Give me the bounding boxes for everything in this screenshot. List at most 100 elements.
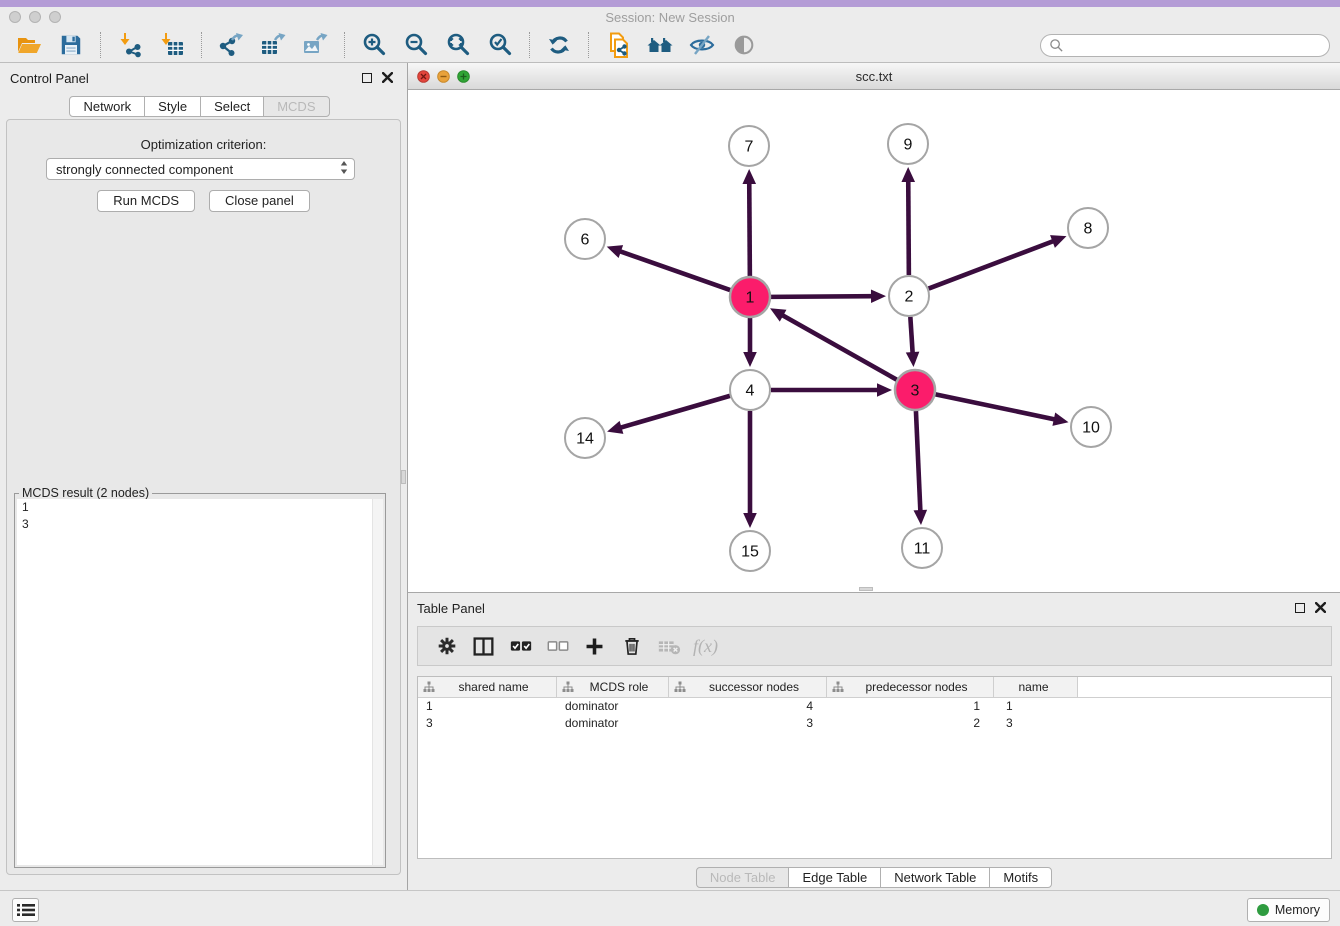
close-panel-icon[interactable] <box>1315 602 1326 613</box>
tree-icon <box>562 681 574 693</box>
table-panel-title: Table Panel <box>417 601 485 616</box>
graph-edge-arrowhead <box>871 289 886 303</box>
zoom-selected-button[interactable] <box>484 30 516 60</box>
graph-edge[interactable] <box>929 241 1055 289</box>
zoom-fit-icon <box>445 32 471 58</box>
close-panel-button[interactable]: Close panel <box>209 190 310 212</box>
apply-layout-button[interactable] <box>543 30 575 60</box>
show-task-history-button[interactable] <box>12 898 39 922</box>
show-column-panel-button[interactable] <box>465 631 502 661</box>
network-window-titlebar[interactable]: scc.txt <box>408 63 1340 90</box>
table-cell[interactable]: 4 <box>669 698 827 715</box>
column-header-shared-name[interactable]: shared name <box>418 677 557 697</box>
unselect-all-icon <box>546 634 570 658</box>
run-mcds-button[interactable]: Run MCDS <box>97 190 195 212</box>
table-cell[interactable]: 1 <box>418 698 557 715</box>
export-network-button[interactable] <box>215 30 247 60</box>
main-toolbar <box>0 28 1340 63</box>
mcds-result-text[interactable]: 13 <box>17 499 383 865</box>
table-cell[interactable]: 1 <box>994 698 1078 715</box>
tab-network-table[interactable]: Network Table <box>880 867 990 888</box>
create-column-button[interactable] <box>576 631 613 661</box>
unselect-all-button[interactable] <box>539 631 576 661</box>
graph-edge[interactable] <box>771 296 873 297</box>
zoom-in-button[interactable] <box>358 30 390 60</box>
table-cell[interactable]: dominator <box>557 715 669 732</box>
memory-button[interactable]: Memory <box>1247 898 1330 922</box>
splitter-grip-horizontal[interactable] <box>859 587 873 591</box>
graph-edge[interactable] <box>916 411 920 512</box>
graph-edge-arrowhead <box>901 167 915 182</box>
float-panel-icon[interactable] <box>362 73 372 83</box>
main-area: Control Panel Network Style Select MCDS … <box>0 63 1340 890</box>
tab-select[interactable]: Select <box>200 96 264 117</box>
tab-motifs[interactable]: Motifs <box>989 867 1052 888</box>
graph-edge-arrowhead <box>607 245 623 258</box>
table-cell[interactable]: dominator <box>557 698 669 715</box>
save-session-button[interactable] <box>55 30 87 60</box>
table-row[interactable]: 3dominator323 <box>418 715 1331 732</box>
table-cell[interactable]: 3 <box>418 715 557 732</box>
memory-status-icon <box>1257 904 1269 916</box>
table-settings-button[interactable] <box>428 631 465 661</box>
control-panel-tabs: Network Style Select MCDS <box>0 96 399 117</box>
float-panel-icon[interactable] <box>1295 603 1305 613</box>
toolbar-separator <box>201 32 202 58</box>
column-header-successor-nodes[interactable]: successor nodes <box>669 677 827 697</box>
tab-mcds[interactable]: MCDS <box>263 96 329 117</box>
criterion-dropdown[interactable]: strongly connected component <box>46 158 355 180</box>
houses-icon <box>646 32 674 58</box>
gear-icon <box>435 634 459 658</box>
import-network-button[interactable] <box>114 30 146 60</box>
column-header-mcds-role[interactable]: MCDS role <box>557 677 669 697</box>
search-input[interactable] <box>1069 38 1321 53</box>
graph-edge[interactable] <box>620 396 730 428</box>
graph-edge[interactable] <box>936 394 1056 419</box>
hide-selected-button[interactable] <box>686 30 718 60</box>
zoom-out-icon <box>403 32 429 58</box>
zoom-selected-icon <box>487 32 513 58</box>
open-folder-icon <box>16 32 42 58</box>
graph-edge[interactable] <box>908 180 909 275</box>
tab-edge-table[interactable]: Edge Table <box>788 867 881 888</box>
graph-node-label: 7 <box>745 139 754 156</box>
open-file-button[interactable] <box>13 30 45 60</box>
export-table-button[interactable] <box>257 30 289 60</box>
tab-network[interactable]: Network <box>69 96 145 117</box>
duplicate-network-button[interactable] <box>602 30 634 60</box>
table-toolbar: f(x) <box>417 626 1332 666</box>
graph-edge[interactable] <box>781 315 896 380</box>
select-all-button[interactable] <box>502 631 539 661</box>
column-header-predecessor-nodes[interactable]: predecessor nodes <box>827 677 994 697</box>
network-canvas[interactable]: 1234678910111415 <box>408 90 1340 592</box>
import-table-button[interactable] <box>156 30 188 60</box>
graph-node-label: 4 <box>746 383 755 400</box>
show-all-button[interactable] <box>728 30 760 60</box>
table-row[interactable]: 1dominator411 <box>418 698 1331 715</box>
table-cell[interactable]: 1 <box>827 698 994 715</box>
first-neighbors-button[interactable] <box>644 30 676 60</box>
mcds-panel: Optimization criterion: strongly connect… <box>6 119 401 875</box>
table-cell[interactable]: 3 <box>994 715 1078 732</box>
column-header-name[interactable]: name <box>994 677 1078 697</box>
import-network-icon <box>117 32 143 58</box>
close-panel-icon[interactable] <box>382 72 393 83</box>
table-cell[interactable]: 3 <box>669 715 827 732</box>
node-table-body: 1dominator4113dominator323 <box>418 698 1331 731</box>
zoom-out-button[interactable] <box>400 30 432 60</box>
graph-node-label: 6 <box>581 232 590 249</box>
zoom-fit-button[interactable] <box>442 30 474 60</box>
graph-edge[interactable] <box>619 251 730 290</box>
graph-edge[interactable] <box>749 182 750 276</box>
tab-node-table[interactable]: Node Table <box>696 867 790 888</box>
graph-edge[interactable] <box>910 317 912 354</box>
tab-style[interactable]: Style <box>144 96 201 117</box>
delete-column-button[interactable] <box>613 631 650 661</box>
result-scrollbar[interactable] <box>372 499 383 865</box>
export-image-button[interactable] <box>299 30 331 60</box>
search-field[interactable] <box>1040 34 1330 57</box>
search-icon <box>1049 38 1064 53</box>
splitter-grip[interactable] <box>401 470 406 484</box>
window-title: Session: New Session <box>0 10 1340 25</box>
table-cell[interactable]: 2 <box>827 715 994 732</box>
